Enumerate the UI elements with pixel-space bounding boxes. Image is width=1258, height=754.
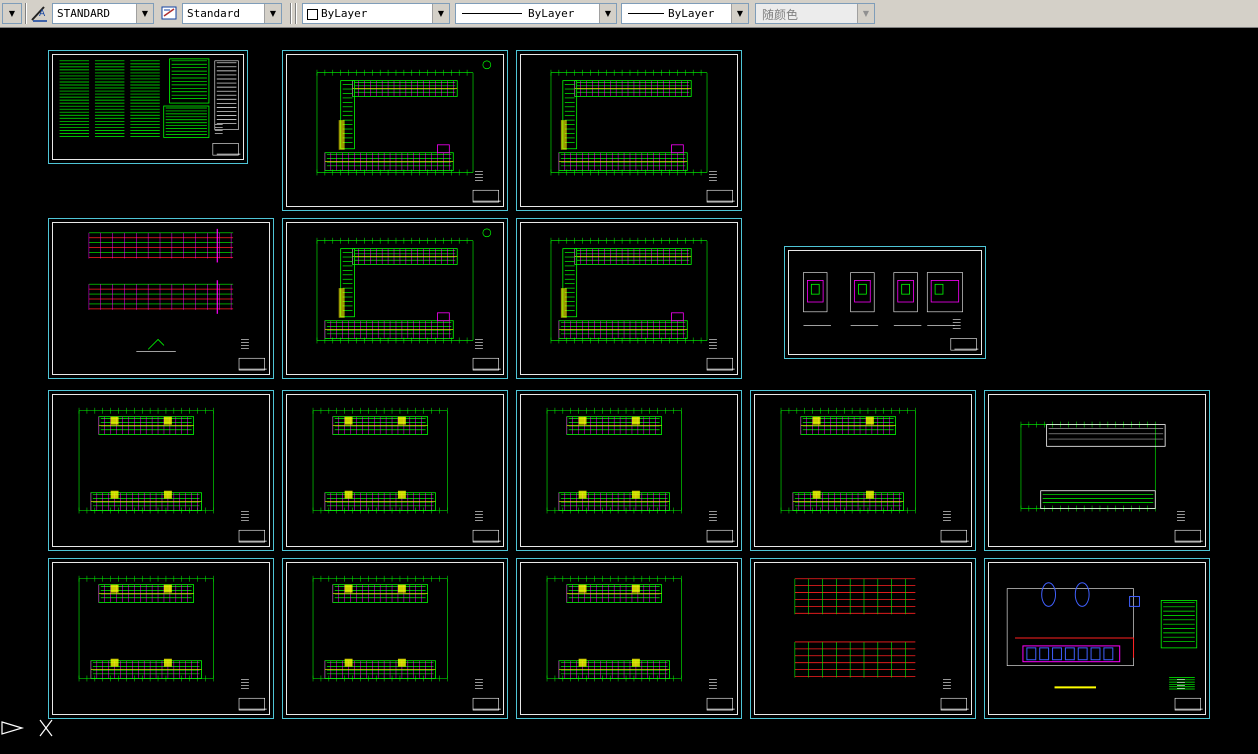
chevron-down-icon: ▼ <box>857 4 874 23</box>
linetype-value: ByLayer <box>528 7 575 20</box>
chevron-down-icon: ▼ <box>264 4 281 23</box>
drawing-viewport[interactable] <box>0 29 1258 754</box>
chevron-down-icon: ▼ <box>432 4 449 23</box>
color-select[interactable]: ByLayer ▼ <box>302 3 450 24</box>
plot-style-value: 随颜色 <box>762 8 799 22</box>
drawing-sheet-10[interactable] <box>516 390 742 551</box>
toolbar-separator <box>290 3 292 24</box>
dim-style-select[interactable]: Standard ▼ <box>182 3 282 24</box>
drawing-sheet-15[interactable] <box>516 558 742 719</box>
sheet-drawing <box>78 575 267 711</box>
linetype-sample <box>462 13 522 14</box>
color-value: ByLayer <box>321 7 368 20</box>
sheet-drawing <box>1006 582 1203 711</box>
drawing-sheet-3[interactable] <box>516 50 742 211</box>
drawing-sheet-6[interactable] <box>516 218 742 379</box>
sheet-drawing <box>803 272 979 351</box>
drawing-sheet-9[interactable] <box>282 390 508 551</box>
toolbar-separator <box>25 3 27 24</box>
chevron-down-icon: ▼ <box>599 4 616 23</box>
lineweight-select[interactable]: ByLayer ▼ <box>621 3 749 24</box>
toolbar-separator <box>295 3 297 24</box>
drawing-sheet-4[interactable] <box>48 218 274 379</box>
drawing-sheet-1[interactable] <box>48 50 248 164</box>
chevron-down-icon: ▼ <box>136 4 153 23</box>
sheet-drawing <box>78 407 267 543</box>
drawing-sheet-11[interactable] <box>750 390 976 551</box>
sheet-drawing <box>1020 421 1203 543</box>
drawing-sheet-5[interactable] <box>282 218 508 379</box>
left-dropdown[interactable]: ▼ <box>2 3 22 24</box>
linetype-select[interactable]: ByLayer ▼ <box>455 3 617 24</box>
drawing-sheet-8[interactable] <box>48 390 274 551</box>
sheet-drawing <box>316 60 501 203</box>
sheet-drawing <box>546 575 735 711</box>
drawing-sheet-7[interactable] <box>784 246 986 359</box>
sheet-drawing <box>88 228 267 371</box>
lineweight-value: ByLayer <box>668 7 715 20</box>
chevron-down-icon: ▼ <box>731 4 748 23</box>
properties-toolbar: ▼ A STANDARD ▼ Standard ▼ ByLayer ▼ ByLa… <box>0 0 1258 28</box>
drawing-sheet-17[interactable] <box>984 558 1210 719</box>
plot-style-select: 随颜色 ▼ <box>755 3 875 24</box>
text-style-select[interactable]: STANDARD ▼ <box>52 3 154 24</box>
drawing-sheet-14[interactable] <box>282 558 508 719</box>
sheet-drawing <box>546 407 735 543</box>
sheet-drawing <box>312 407 501 543</box>
sheet-drawing <box>794 578 969 711</box>
lineweight-sample <box>628 13 664 14</box>
sheet-drawing <box>550 69 735 203</box>
drawing-sheet-16[interactable] <box>750 558 976 719</box>
drawing-sheet-12[interactable] <box>984 390 1210 551</box>
sheet-drawing <box>550 237 735 371</box>
ucs-icon <box>1 719 53 737</box>
sheet-drawing <box>316 228 501 371</box>
text-style-value: STANDARD <box>57 7 110 20</box>
drawing-sheet-2[interactable] <box>282 50 508 211</box>
sheet-drawing <box>59 58 241 156</box>
svg-text:A: A <box>39 9 46 19</box>
text-style-icon[interactable]: A <box>30 4 50 23</box>
color-swatch <box>307 9 318 20</box>
sheet-drawing <box>780 407 969 543</box>
drawing-sheet-13[interactable] <box>48 558 274 719</box>
chevron-down-icon: ▼ <box>3 4 21 23</box>
dim-style-icon[interactable] <box>160 4 180 23</box>
sheet-drawing <box>312 575 501 711</box>
dim-style-value: Standard <box>187 7 240 20</box>
